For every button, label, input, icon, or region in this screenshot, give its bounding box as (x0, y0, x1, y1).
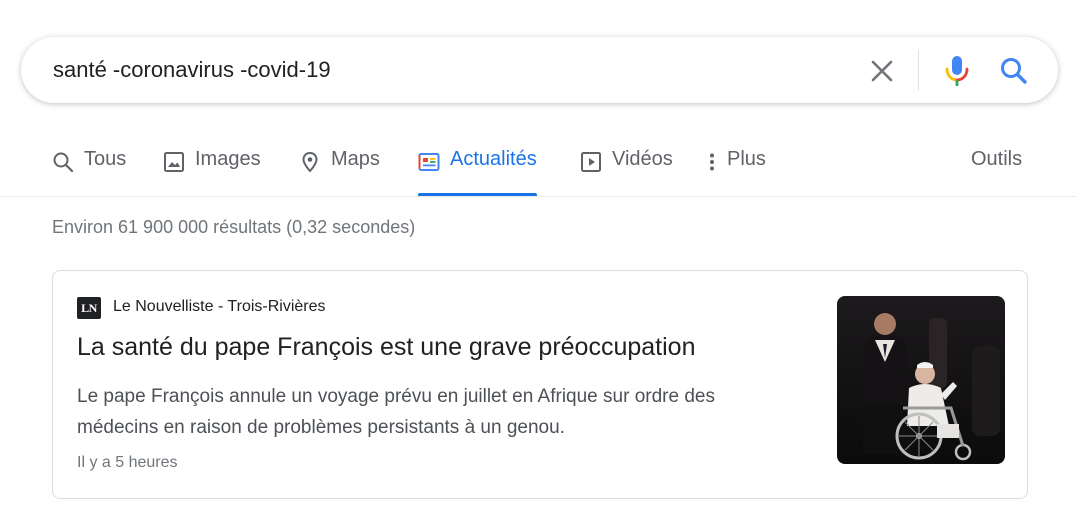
tab-videos[interactable]: Vidéos (580, 148, 673, 190)
google-news-search-page: santé -coronavirus -covid-19 Tous Images… (0, 0, 1076, 514)
tab-maps[interactable]: Maps (299, 148, 380, 190)
search-input[interactable]: santé -coronavirus -covid-19 (53, 57, 331, 83)
tab-label: Vidéos (612, 148, 673, 170)
news-snippet: Le pape François annule un voyage prévu … (77, 381, 807, 443)
microphone-icon (945, 56, 969, 86)
search-icon (53, 152, 74, 173)
close-icon (871, 60, 893, 82)
snippet-line: médecins en raison de problèmes persista… (77, 417, 565, 438)
more-vert-icon (710, 153, 714, 171)
news-timestamp: Il y a 5 heures (77, 454, 178, 471)
tab-label: Tous (84, 148, 127, 170)
result-stats: Environ 61 900 000 résultats (0,32 secon… (52, 217, 416, 237)
search-icon (1001, 58, 1027, 84)
search-tabs: Tous Images Maps Actualités Vidéos Plus … (0, 140, 1076, 197)
news-headline-link[interactable]: La santé du pape François est une grave … (77, 333, 695, 362)
snippet-line: Le pape François annule un voyage prévu … (77, 386, 715, 407)
tab-all[interactable]: Tous (52, 148, 126, 190)
tab-label: Images (195, 148, 261, 170)
map-pin-icon (302, 151, 318, 173)
search-bar-divider (918, 49, 919, 91)
image-icon (164, 152, 184, 172)
tab-news[interactable]: Actualités (418, 148, 537, 196)
news-thumbnail[interactable] (837, 296, 1005, 464)
news-photo (837, 296, 1005, 464)
search-submit-button[interactable] (998, 55, 1030, 87)
news-result-card[interactable]: LN Le Nouvelliste - Trois-Rivières La sa… (52, 270, 1028, 499)
tab-more[interactable]: Plus (705, 148, 766, 190)
tab-label: Actualités (450, 148, 537, 170)
video-icon (581, 152, 601, 172)
source-logo: LN (77, 297, 101, 319)
tab-label: Plus (727, 148, 766, 170)
news-icon (418, 153, 440, 171)
search-bar: santé -coronavirus -covid-19 (21, 37, 1058, 103)
voice-search-button[interactable] (942, 54, 972, 88)
news-source: Le Nouvelliste - Trois-Rivières (113, 298, 326, 315)
tools-button[interactable]: Outils (971, 148, 1022, 171)
clear-search-button[interactable] (867, 56, 897, 86)
tab-label: Maps (331, 148, 380, 170)
tab-images[interactable]: Images (163, 148, 261, 190)
